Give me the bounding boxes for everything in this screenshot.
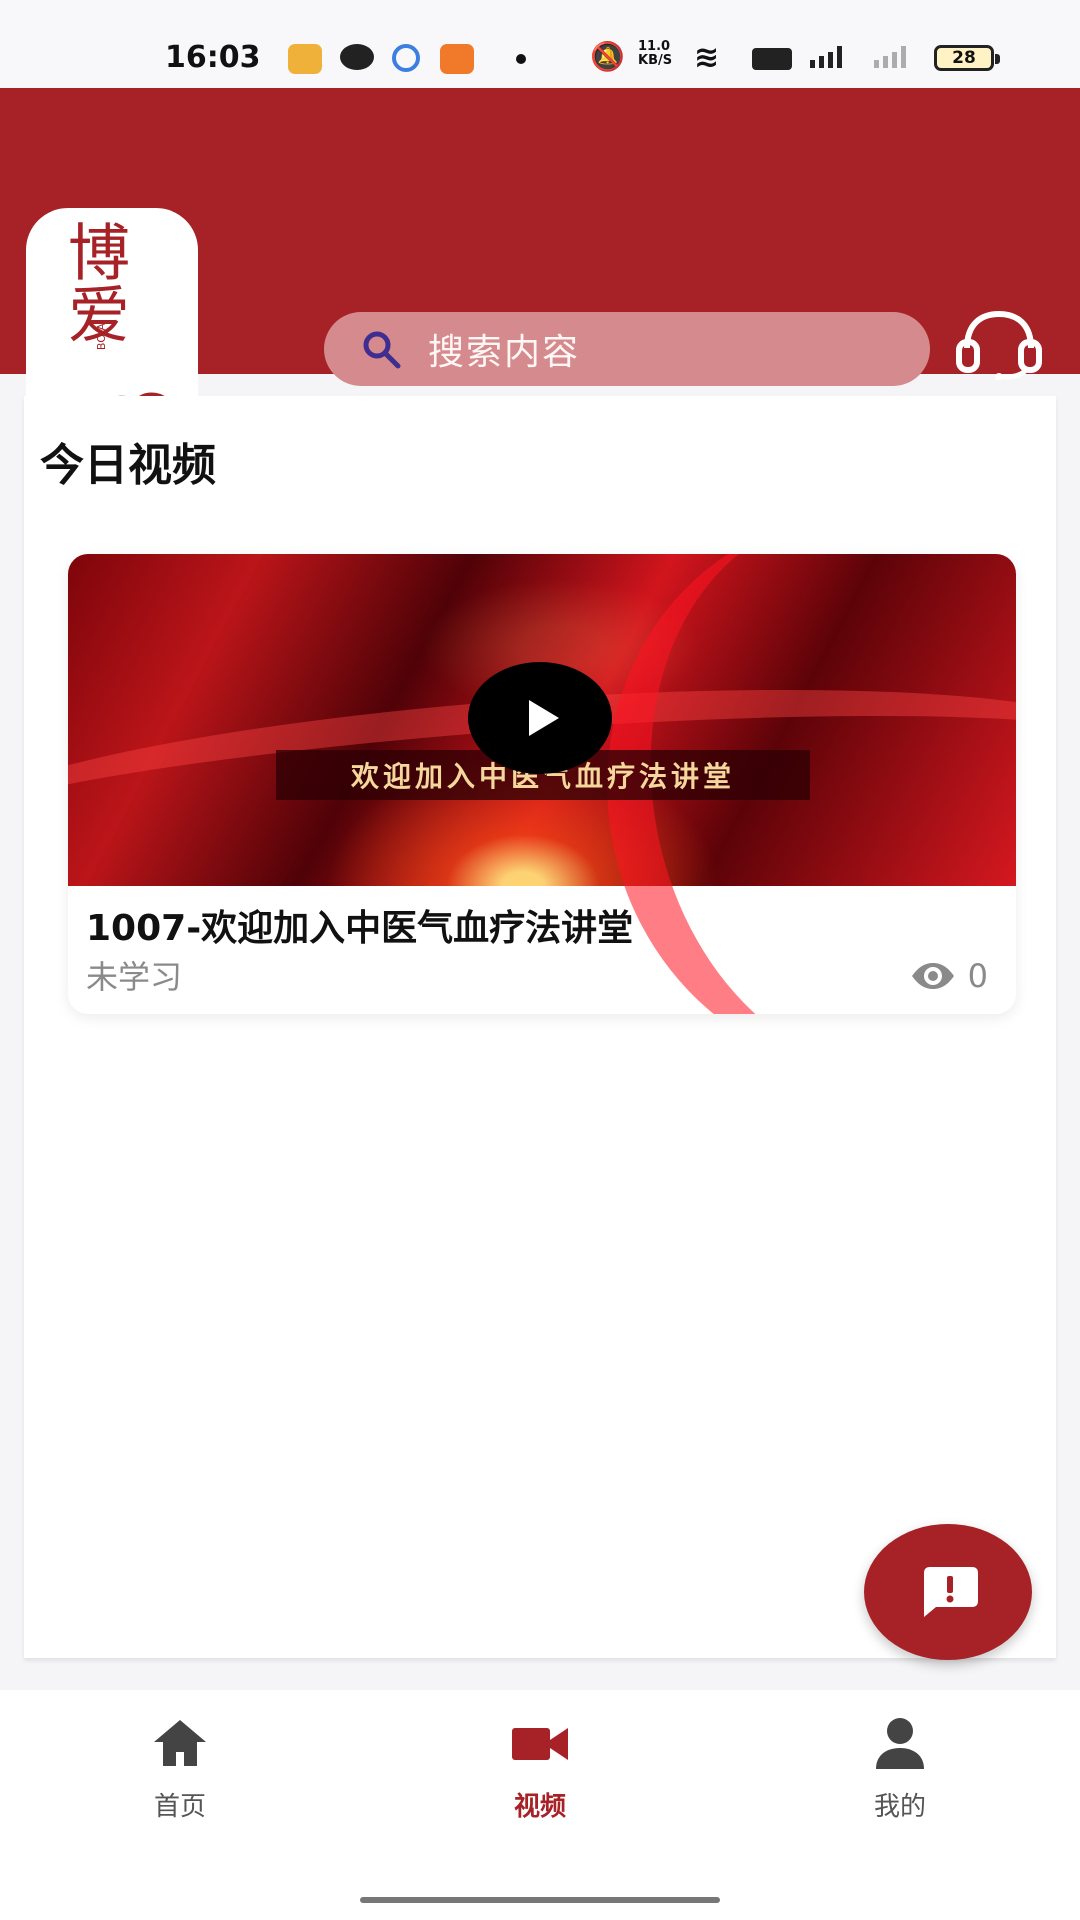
muted-bell-icon: 🔕 [590, 40, 625, 73]
more-notifications-dot [516, 54, 526, 64]
signal-icon [874, 44, 906, 68]
app-screen: 16:03 🔕 11.0 KB/S ≋ 28 博爱 BO Ai 搜索内容 今日视… [0, 0, 1080, 1920]
person-icon [876, 1718, 924, 1769]
video-title: 1007-欢迎加入中医气血疗法讲堂 [86, 908, 634, 949]
video-thumbnail[interactable]: 欢迎加入中医气血疗法讲堂 [68, 554, 1016, 1014]
feedback-message-icon [924, 1567, 978, 1617]
status-time: 16:03 [165, 40, 261, 75]
video-camera-icon [512, 1728, 568, 1760]
network-speed: 11.0 KB/S [638, 39, 673, 68]
tab-home[interactable]: 首页 [70, 1714, 290, 1834]
video-card[interactable]: 欢迎加入中医气血疗法讲堂 1007-欢迎加入中医气血疗法讲堂 未学习 0 [68, 554, 1016, 1014]
signal-icon [810, 44, 842, 68]
search-icon [363, 331, 401, 369]
app-notification-icon [288, 44, 322, 74]
view-count-value: 0 [967, 957, 988, 995]
play-icon [529, 700, 559, 736]
feedback-button[interactable] [864, 1524, 1032, 1660]
wifi-icon: ≋ [694, 40, 720, 75]
home-gesture-indicator[interactable] [360, 1897, 720, 1903]
logo-text: 博爱 [57, 220, 130, 344]
hd-voice-icon [752, 48, 792, 70]
tab-mine-label: 我的 [873, 1792, 926, 1822]
view-count: 0 [910, 957, 988, 995]
status-bar: 16:03 🔕 11.0 KB/S ≋ 28 [0, 0, 1080, 88]
app-header: 博爱 BO Ai 搜索内容 [0, 88, 1080, 436]
tab-home-label: 首页 [153, 1792, 206, 1822]
home-icon [154, 1720, 206, 1766]
bottom-navigation: 首页 视频 我的 [0, 1690, 1080, 1920]
learning-status: 未学习 [86, 958, 183, 996]
eye-icon [911, 963, 954, 989]
search-placeholder: 搜索内容 [428, 332, 581, 373]
paw-icon [392, 44, 420, 72]
section-title: 今日视频 [40, 440, 216, 491]
wechat-icon [340, 44, 374, 70]
orange-app-icon [440, 44, 474, 74]
logo-subtitle: BO Ai [95, 320, 108, 351]
tab-mine[interactable]: 我的 [790, 1714, 1010, 1834]
tab-video-label: 视频 [513, 1792, 566, 1822]
customer-service-headset-icon[interactable] [955, 310, 1043, 380]
battery-icon: 28 [934, 45, 1000, 71]
play-button[interactable] [468, 662, 612, 774]
today-video-panel: 今日视频 欢迎加入中医气血疗法讲堂 1007-欢迎加入中医气血疗法讲堂 未学习 … [24, 396, 1056, 1658]
tab-video[interactable]: 视频 [430, 1714, 650, 1834]
search-input[interactable]: 搜索内容 [324, 312, 930, 386]
